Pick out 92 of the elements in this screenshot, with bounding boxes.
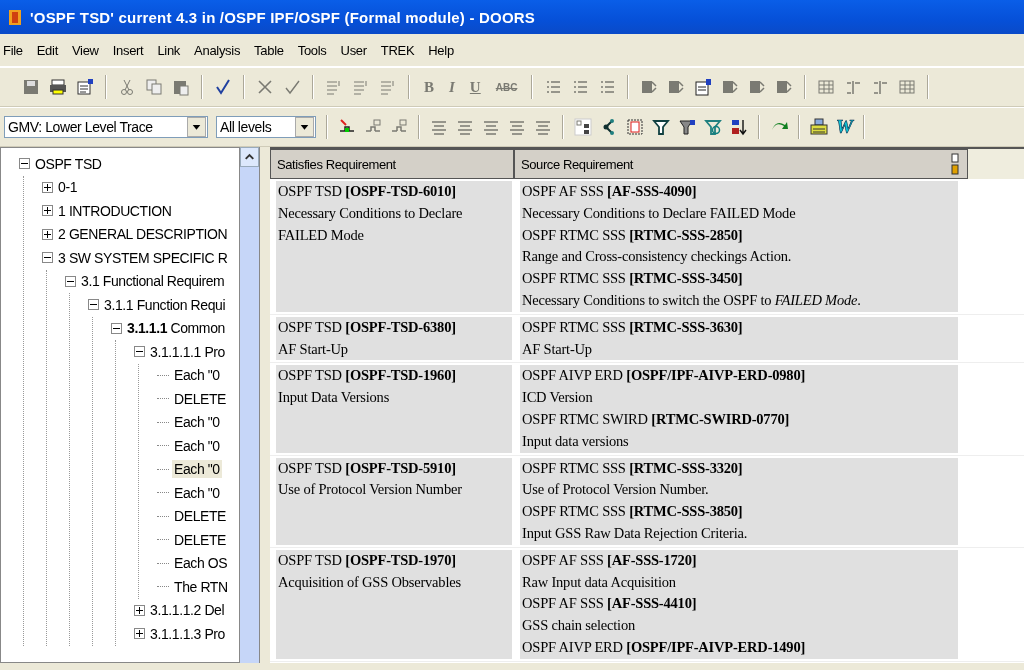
filter-refresh-icon[interactable]: [704, 118, 722, 136]
tree-item[interactable]: DELETE: [172, 507, 229, 526]
tree-item[interactable]: 3 SW SYSTEM SPECIFIC R: [56, 248, 230, 267]
table-cell: OSPF RTMC SSS [RTMC-SSS-3320] Use of Protocol Version Number. OSPF RTMC SSS [RTMC-SSS-3850] Input GSS Raw Data Rejection Criteria.: [520, 457, 958, 545]
format-button[interactable]: I: [446, 78, 458, 96]
format-button[interactable]: B: [421, 78, 437, 96]
document-icon[interactable]: [626, 118, 644, 136]
tree-item[interactable]: 2 GENERAL DESCRIPTION: [56, 225, 230, 244]
outline-icon[interactable]: [574, 118, 592, 136]
column-marker-icon[interactable]: [951, 153, 959, 175]
tree-item[interactable]: Each "0: [172, 366, 222, 385]
spellcheck-icon[interactable]: [214, 78, 232, 96]
level-dropdown[interactable]: All levels: [216, 116, 316, 138]
tree-item[interactable]: 3.1.1.1.1 Pro: [148, 342, 227, 361]
table-cell: OSPF TSD [OSPF-TSD-1970] Acquisition of GSS Observables: [276, 549, 512, 659]
check-icon[interactable]: [283, 78, 301, 96]
filter-icon[interactable]: [652, 118, 670, 136]
column-header[interactable]: Source Requirement: [514, 149, 968, 179]
align-icon[interactable]: [430, 118, 448, 136]
collapse-toggle[interactable]: [88, 299, 99, 311]
menu-item[interactable]: File: [2, 42, 24, 58]
expand-toggle[interactable]: [134, 604, 145, 616]
menu-item[interactable]: TREK: [379, 42, 416, 58]
sort-icon[interactable]: [730, 118, 748, 136]
table-cell: OSPF TSD [OSPF-TSD-6010] Necessary Conditions to Declare FAILED Mode: [276, 181, 512, 312]
tree-item[interactable]: Each "0: [172, 436, 222, 455]
table-cell: OSPF AF SSS [AF-SSS-1720] Raw Input data Acquisition OSPF AF SSS [AF-SSS-4410] GSS chain selection OSPF AIVP ERD [OSPF/IPF-AIVP-ERD-1490]: [520, 549, 958, 659]
menu-item[interactable]: Tools: [296, 42, 328, 58]
view-dropdown[interactable]: GMV: Lower Level Trace: [4, 116, 208, 138]
tree-item[interactable]: Each "0: [172, 460, 222, 479]
app-icon: [6, 8, 24, 26]
scrollbar[interactable]: [240, 147, 260, 663]
align-icon[interactable]: [534, 118, 552, 136]
align-icon[interactable]: [482, 118, 500, 136]
tree-item[interactable]: DELETE: [172, 389, 229, 408]
tree-item[interactable]: Each "0: [172, 483, 222, 502]
tree-item[interactable]: The RTN: [172, 577, 230, 596]
expand-toggle[interactable]: [134, 628, 145, 640]
tree-item[interactable]: 3.1.1.1.2 Del: [148, 601, 227, 620]
table-cell: OSPF TSD [OSPF-TSD-1960] Input Data Versions: [276, 365, 512, 453]
tree-item[interactable]: 3.1.1.1.3 Pro: [148, 624, 227, 643]
expand-toggle[interactable]: [42, 205, 53, 217]
menu-item[interactable]: User: [339, 42, 368, 58]
menu-item[interactable]: Help: [427, 42, 455, 58]
tree-item[interactable]: 3.1.1.1 Common: [125, 319, 227, 338]
column-header[interactable]: Satisfies Requirement: [270, 149, 514, 179]
align-icon[interactable]: [508, 118, 526, 136]
tree-item[interactable]: 3.1.1 Function Requi: [102, 295, 228, 314]
format-button[interactable]: ABC: [492, 81, 521, 93]
grid-icon[interactable]: [898, 78, 917, 96]
close-icon[interactable]: [256, 78, 274, 96]
list-icon[interactable]: [544, 78, 563, 96]
table-cell: OSPF TSD [OSPF-TSD-5910] Use of Protocol Version Number: [276, 457, 512, 545]
list-icon[interactable]: [598, 78, 617, 96]
menu-item[interactable]: Insert: [111, 42, 145, 58]
tree-item[interactable]: 0-1: [56, 178, 80, 197]
save-icon[interactable]: [22, 78, 40, 96]
table-cell: OSPF AF SSS [AF-SSS-4090] Necessary Conditions to Declare FAILED Mode OSPF RTMC SSS [RTMC-SSS-2850] Range and Cross-consistency checkings Action. OSPF RTMC SSS [RTMC-SSS-3450] Necessary Conditions to switch the OSPF to FAILED Mode.: [520, 181, 958, 312]
filter-edit-icon[interactable]: [678, 118, 696, 136]
tree-item[interactable]: OSPF TSD: [33, 154, 104, 173]
properties-icon[interactable]: [76, 78, 94, 96]
collapse-toggle[interactable]: [65, 275, 76, 287]
tree-item[interactable]: Each OS: [172, 554, 230, 573]
collapse-toggle[interactable]: [19, 158, 30, 170]
cut-icon[interactable]: [118, 78, 136, 96]
printer-icon[interactable]: [49, 78, 67, 96]
tree-item[interactable]: Each "0: [172, 413, 222, 432]
copy-icon[interactable]: [145, 78, 163, 96]
collapse-toggle[interactable]: [111, 322, 122, 334]
tree-item[interactable]: 3.1 Functional Requirem: [79, 272, 227, 291]
link-doc-icon[interactable]: [694, 78, 713, 96]
collapse-toggle[interactable]: [134, 346, 145, 358]
menu-item[interactable]: View: [70, 42, 100, 58]
align-icon[interactable]: [456, 118, 474, 136]
table-cell: OSPF RTMC SSS [RTMC-SSS-3630] AF Start-Up: [520, 316, 958, 361]
menu-item[interactable]: Link: [156, 42, 182, 58]
format-button[interactable]: U: [466, 78, 484, 96]
expand-toggle[interactable]: [42, 228, 53, 240]
tree-item[interactable]: DELETE: [172, 530, 229, 549]
list-icon[interactable]: [571, 78, 590, 96]
menu-item[interactable]: Edit: [35, 42, 59, 58]
menu-item[interactable]: Table: [253, 42, 285, 58]
collapse-toggle[interactable]: [42, 252, 53, 264]
typewriter-icon[interactable]: [810, 118, 828, 136]
window-title: 'OSPF TSD' current 4.3 in /OSPF IPF/OSPF (Formal module) - DOORS: [30, 8, 535, 26]
tree-item[interactable]: 1 INTRODUCTION: [56, 201, 174, 220]
menu-item[interactable]: Analysis: [193, 42, 242, 58]
table-cell: OSPF AIVP ERD [OSPF/IPF-AIVP-ERD-0980] ICD Version OSPF RTMC SWIRD [RTMC-SWIRD-0770] Input data versions: [520, 365, 958, 453]
table-cell: OSPF TSD [OSPF-TSD-6380] AF Start-Up: [276, 316, 512, 361]
expand-toggle[interactable]: [42, 181, 53, 193]
paste-icon[interactable]: [172, 78, 190, 96]
grid-icon[interactable]: [817, 78, 836, 96]
